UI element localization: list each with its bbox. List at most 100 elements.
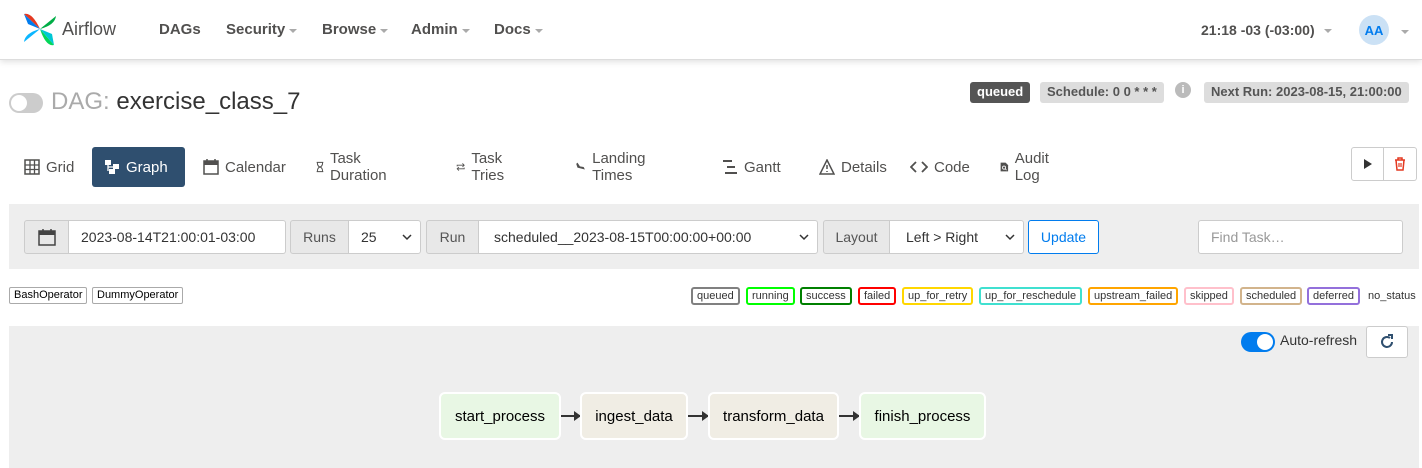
tab-code-label: Code <box>934 158 970 176</box>
chevron-down-icon <box>799 234 809 241</box>
task-node-ingest-data[interactable]: ingest_data <box>580 392 688 440</box>
user-avatar[interactable]: AA <box>1359 15 1389 45</box>
status-scheduled[interactable]: scheduled <box>1240 287 1303 305</box>
caret-down-icon <box>289 28 298 33</box>
layout-value: Left > Right <box>906 229 978 245</box>
status-no-status[interactable]: no_status <box>1364 289 1420 307</box>
airflow-logo[interactable]: Airflow <box>22 10 116 48</box>
dag-title: DAG: exercise_class_7 <box>51 88 300 116</box>
runs-value: 25 <box>361 229 377 245</box>
graph-canvas[interactable]: Auto-refresh start_process ingest_data t… <box>9 326 1419 468</box>
nav-dags[interactable]: DAGs <box>159 21 201 38</box>
auto-refresh-label: Auto-refresh <box>1280 332 1358 348</box>
toggle-knob <box>1257 334 1273 350</box>
base-date-input[interactable]: 2023-08-14T21:00:01-03:00 <box>69 220 286 254</box>
timezone-dropdown[interactable]: 21:18 -03 (-03:00) <box>1201 22 1332 38</box>
trigger-dag-button[interactable] <box>1351 147 1384 181</box>
tab-code[interactable]: Code <box>898 147 982 187</box>
caret-down-icon <box>1323 29 1332 33</box>
status-queued[interactable]: queued <box>691 287 740 305</box>
tab-task-tries[interactable]: Task Tries <box>444 147 523 187</box>
nav-admin[interactable]: Admin <box>411 21 470 38</box>
caret-down-icon[interactable] <box>1401 30 1409 34</box>
file-search-icon <box>1000 162 1009 172</box>
refresh-button[interactable] <box>1366 326 1408 358</box>
task-node-start-process[interactable]: start_process <box>439 392 561 440</box>
task-node-transform-data[interactable]: transform_data <box>708 392 839 440</box>
status-up-for-reschedule[interactable]: up_for_reschedule <box>979 287 1083 305</box>
delete-dag-button[interactable] <box>1384 147 1417 181</box>
update-button[interactable]: Update <box>1028 220 1099 254</box>
nav-admin-label: Admin <box>411 21 458 38</box>
find-task-input[interactable]: Find Task… <box>1198 220 1403 254</box>
status-upstream-failed[interactable]: upstream_failed <box>1088 287 1179 305</box>
runs-label: Runs <box>290 220 349 254</box>
nav-security-label: Security <box>226 21 286 38</box>
dag-pause-toggle[interactable] <box>9 93 43 113</box>
plane-landing-icon <box>575 162 586 171</box>
chevron-down-icon <box>402 234 412 241</box>
tab-grid-label: Grid <box>46 158 75 176</box>
info-icon[interactable]: i <box>1175 82 1191 98</box>
layout-select[interactable]: Left > Right <box>889 220 1024 254</box>
caret-down-icon <box>461 28 470 33</box>
status-up-for-retry[interactable]: up_for_retry <box>902 287 974 305</box>
pinwheel-icon <box>24 13 56 46</box>
filter-bar: 2023-08-14T21:00:01-03:00 Runs 25 Run sc… <box>9 204 1419 269</box>
auto-refresh-toggle[interactable] <box>1241 332 1275 352</box>
date-picker-button[interactable] <box>24 220 69 254</box>
dag-actions <box>1351 147 1417 181</box>
run-value: scheduled__2023-08-15T00:00:00+00:00 <box>494 229 752 245</box>
status-running[interactable]: running <box>746 287 795 305</box>
nav-browse-label: Browse <box>322 21 377 38</box>
tab-grid[interactable]: Grid <box>12 147 86 187</box>
next-run-badge: Next Run: 2023-08-15, 21:00:00 <box>1204 82 1409 103</box>
caret-down-icon <box>380 28 389 33</box>
time-label: 21:18 -03 (-03:00) <box>1201 22 1315 38</box>
tab-task-duration-label: Task Duration <box>329 150 387 184</box>
runs-select[interactable]: 25 <box>348 220 421 254</box>
status-failed[interactable]: failed <box>858 287 897 305</box>
status-skipped[interactable]: skipped <box>1184 287 1234 305</box>
edge-arrow <box>688 411 709 421</box>
tab-audit-log-label: Audit Log <box>1014 150 1049 184</box>
nav-security[interactable]: Security <box>226 21 298 38</box>
nav-docs[interactable]: Docs <box>494 21 543 38</box>
tab-landing-times[interactable]: Landing Times <box>563 147 664 187</box>
toggle-knob <box>11 95 27 111</box>
refresh-icon <box>1381 334 1393 348</box>
calendar-icon <box>37 229 56 246</box>
tab-graph[interactable]: Graph <box>92 147 185 187</box>
grid-icon <box>24 159 40 175</box>
tab-graph-label: Graph <box>126 158 168 176</box>
nav-browse[interactable]: Browse <box>322 21 389 38</box>
status-success[interactable]: success <box>800 287 852 305</box>
repeat-icon <box>456 163 465 171</box>
tab-task-duration[interactable]: Task Duration <box>304 147 403 187</box>
schedule-badge: Schedule: 0 0 * * * <box>1040 82 1164 103</box>
caret-down-icon <box>534 28 543 33</box>
dag-state-badge: queued <box>970 82 1031 103</box>
edge-arrow <box>839 411 860 421</box>
run-select[interactable]: scheduled__2023-08-15T00:00:00+00:00 <box>478 220 818 254</box>
operator-legend-bash: BashOperator <box>9 287 88 304</box>
layout-label: Layout <box>823 220 890 254</box>
status-deferred[interactable]: deferred <box>1307 287 1360 305</box>
tab-audit-log[interactable]: Audit Log <box>988 147 1066 187</box>
trash-icon <box>1395 157 1405 171</box>
warning-icon <box>819 159 835 175</box>
tab-gantt-label: Gantt <box>744 158 781 176</box>
chevron-down-icon <box>1005 234 1015 241</box>
nav-docs-label: Docs <box>494 21 531 38</box>
dag-name: exercise_class_7 <box>116 88 301 115</box>
tab-landing-times-label: Landing Times <box>592 150 646 184</box>
tab-calendar[interactable]: Calendar <box>191 147 298 187</box>
calendar-icon <box>203 159 219 175</box>
gantt-icon <box>723 160 737 174</box>
task-node-finish-process[interactable]: finish_process <box>859 392 986 440</box>
dag-prefix: DAG: <box>51 88 110 115</box>
edge-arrow <box>561 411 581 421</box>
play-icon <box>1363 159 1372 169</box>
tab-gantt[interactable]: Gantt <box>710 147 793 187</box>
tab-details[interactable]: Details <box>807 147 899 187</box>
